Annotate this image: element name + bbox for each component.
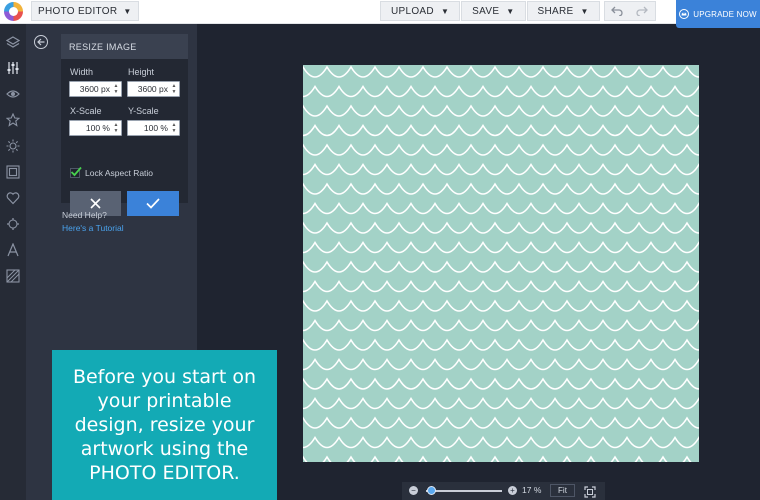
height-stepper[interactable]: ▲ ▼ [170,83,178,95]
eye-icon[interactable] [5,86,21,102]
tutorial-link[interactable]: Here's a Tutorial [62,222,124,235]
caption-text: Before you start on your printable desig… [72,366,257,484]
save-button[interactable]: SAVE ▼ [461,1,526,21]
yscale-field[interactable]: 100 % ▲ ▼ [127,120,180,136]
zoom-percentage: 17 % [522,485,542,495]
check-icon [146,198,160,209]
yscale-label: Y-Scale [128,106,159,116]
sliders-icon[interactable] [5,60,21,76]
help-question: Need Help? [62,210,107,220]
sun-icon[interactable] [5,138,21,154]
zoom-out-icon[interactable]: − [409,486,418,495]
help-block: Need Help? Here's a Tutorial [62,209,124,235]
caret-down-icon: ▼ [580,6,589,16]
history-controls [603,1,656,21]
share-label: SHARE [537,5,574,17]
lock-aspect-checkbox[interactable] [70,166,82,178]
height-label: Height [128,67,155,77]
checkmark-icon [70,166,82,177]
yscale-value: 100 % [143,123,168,133]
app-menu-button[interactable]: PHOTO EDITOR ▼ [31,1,139,21]
texture-icon[interactable] [5,268,21,284]
arrow-left-icon [37,38,45,46]
zoom-in-icon[interactable]: + [508,486,517,495]
top-bar: PHOTO EDITOR ▼ UPLOAD ▼ SAVE ▼ SHARE ▼ U… [0,0,760,28]
canvas-image[interactable] [303,65,699,462]
scallop-lines [303,65,699,462]
height-value: 3600 px [137,84,168,94]
undo-icon[interactable] [605,2,630,20]
upload-label: UPLOAD [391,5,434,17]
share-button[interactable]: SHARE ▼ [526,1,600,21]
tool-rail [0,24,26,500]
heart-icon[interactable] [5,190,21,206]
caption-overlay: Before you start on your printable desig… [52,350,277,500]
width-label: Width [70,67,94,77]
file-actions: UPLOAD ▼ SAVE ▼ SHARE ▼ [380,1,656,21]
layers-icon[interactable] [5,34,21,50]
zoom-bar: − + 17 % Fit [402,482,605,500]
text-icon[interactable] [5,242,21,258]
width-stepper[interactable]: ▲ ▼ [112,83,120,95]
width-field[interactable]: 3600 px ▲ ▼ [69,81,122,97]
xscale-field[interactable]: 100 % ▲ ▼ [69,120,122,136]
caret-down-icon: ▼ [506,6,515,16]
height-field[interactable]: 3600 px ▲ ▼ [127,81,180,97]
caret-down-icon: ▼ [440,6,450,16]
width-value: 3600 px [79,84,110,94]
zoom-slider-thumb[interactable] [426,486,436,495]
lock-aspect-row[interactable]: Lock Aspect Ratio [70,166,154,178]
resize-card: RESIZE IMAGE Width Height 3600 px ▲ ▼ 360… [61,34,188,216]
back-button[interactable] [34,35,48,49]
crown-icon [679,9,690,19]
lock-aspect-label: Lock Aspect Ratio [85,168,154,178]
save-label: SAVE [472,5,500,17]
close-icon [90,198,101,209]
scallop-pattern [303,65,699,462]
zoom-track[interactable] [426,490,502,492]
redo-icon[interactable] [630,2,655,20]
upgrade-button[interactable]: UPGRADE NOW [676,0,760,28]
upgrade-label: UPGRADE NOW [693,9,757,19]
caret-down-icon: ▼ [123,6,132,16]
fit-button[interactable]: Fit [550,484,575,497]
star-icon[interactable] [5,112,21,128]
upload-button[interactable]: UPLOAD ▼ [380,1,461,21]
frame-icon[interactable] [5,164,21,180]
xscale-label: X-Scale [70,106,102,116]
xscale-value: 100 % [85,123,110,133]
app-logo [4,2,23,21]
gear-icon[interactable] [5,216,21,232]
yscale-stepper[interactable]: ▲ ▼ [170,122,178,134]
fullscreen-icon[interactable] [584,485,596,498]
apply-button[interactable] [127,191,179,216]
app-menu-label: PHOTO EDITOR [38,5,118,17]
xscale-stepper[interactable]: ▲ ▼ [112,122,120,134]
panel-title: RESIZE IMAGE [61,34,188,59]
